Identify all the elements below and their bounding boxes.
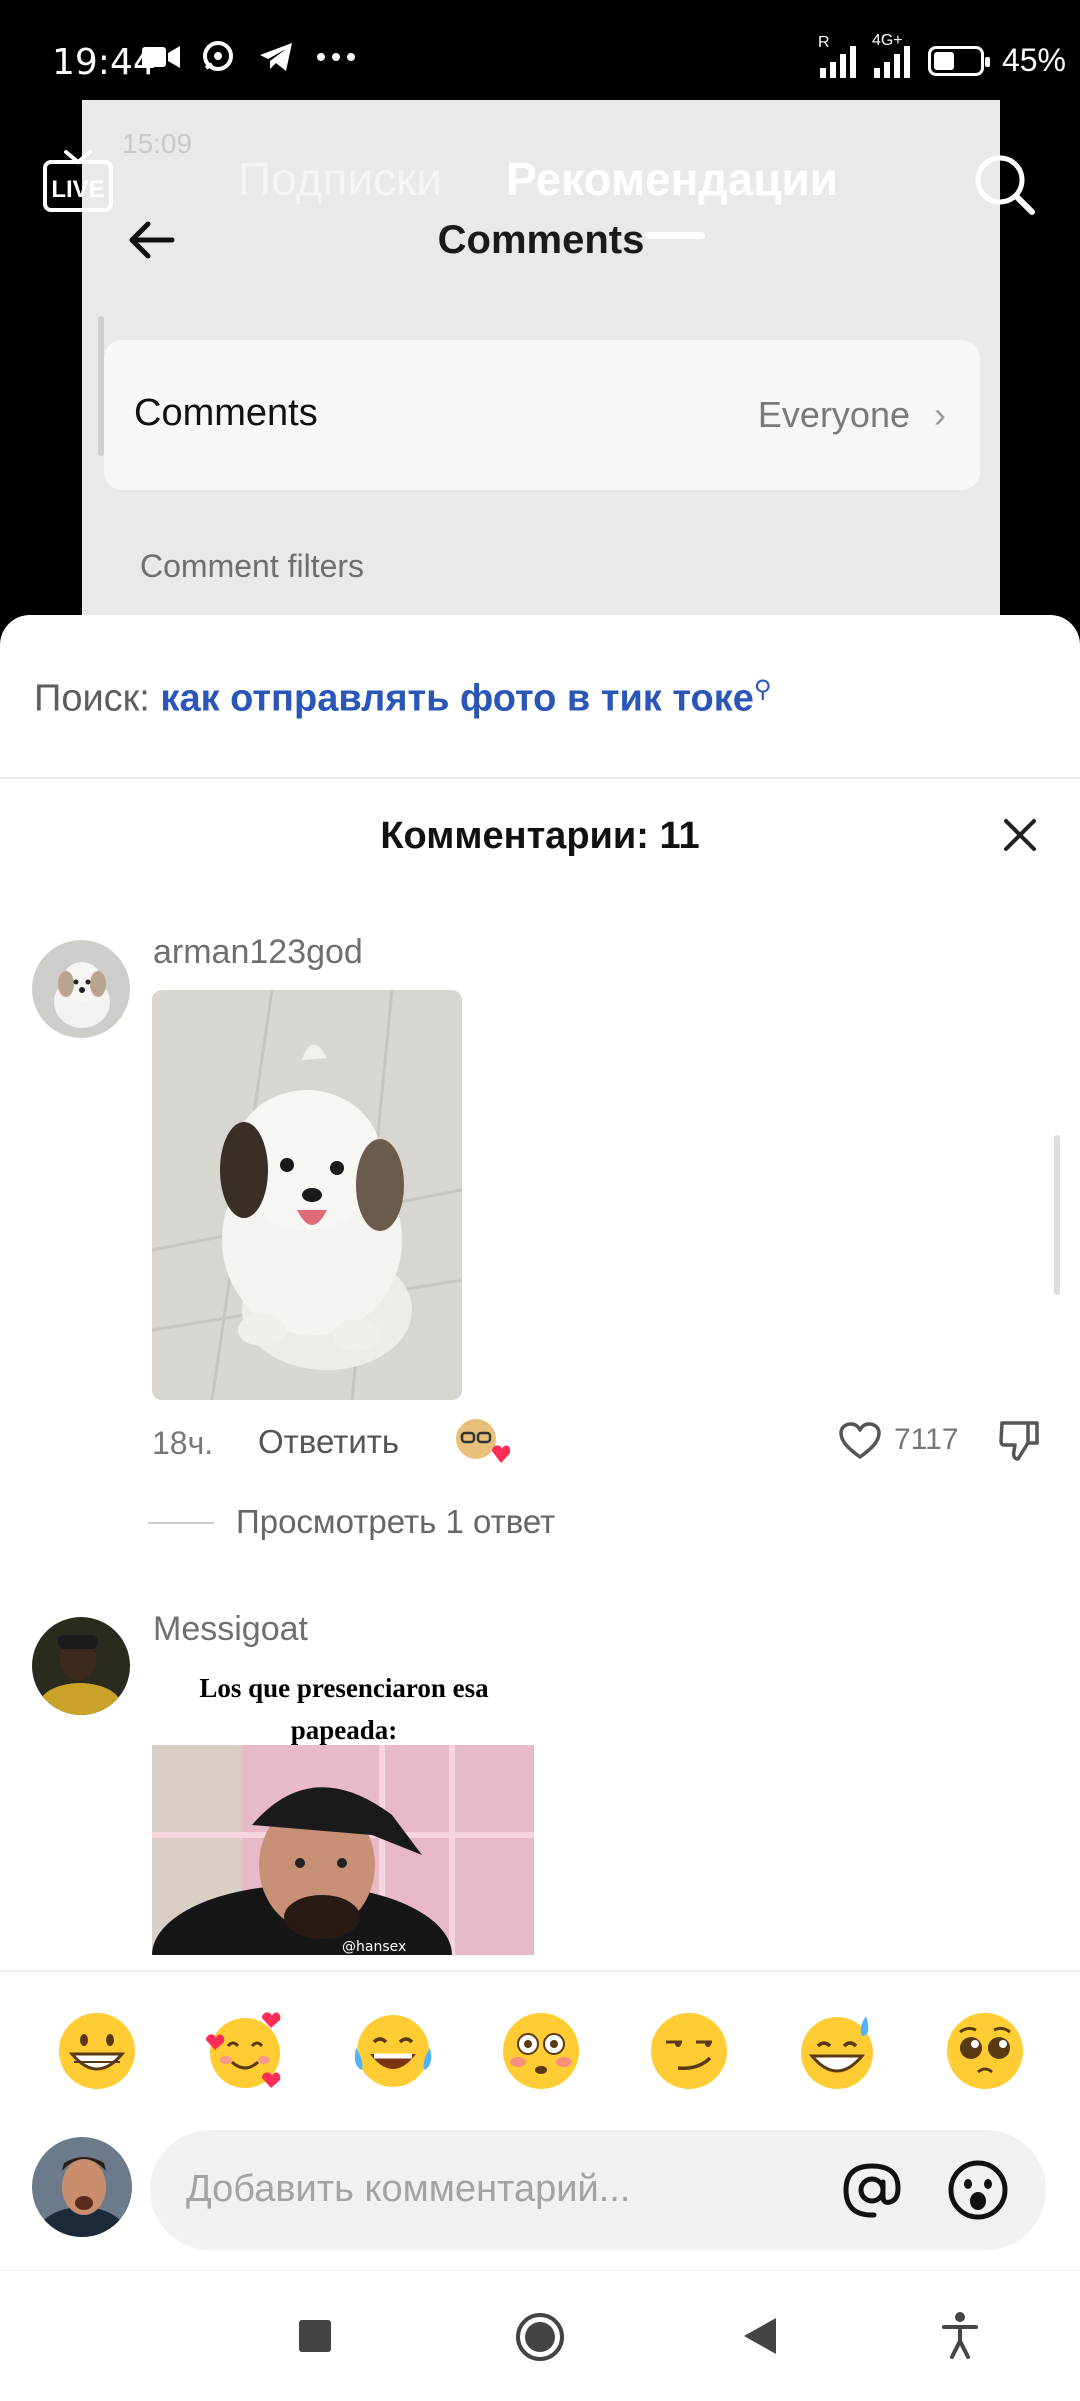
smirking-face-emoji-icon[interactable] [648, 2010, 730, 2092]
status-time: 19:44 [52, 42, 156, 83]
comment-input-placeholder: Добавить комментарий... [186, 2168, 631, 2210]
comments-scrollbar[interactable] [1054, 1135, 1060, 1295]
back-icon[interactable] [740, 2315, 780, 2357]
grinning-face-emoji-icon[interactable] [56, 2010, 138, 2092]
mention-icon[interactable] [840, 2158, 904, 2222]
comment-photo-meme[interactable]: @hansex [152, 1745, 534, 1955]
meme-watermark: @hansex [342, 1939, 406, 1955]
heart-icon[interactable] [838, 1421, 882, 1461]
reply-button[interactable]: Ответить [258, 1423, 399, 1461]
battery-percent: 45% [1001, 42, 1066, 78]
avatar-messigoat[interactable] [32, 1617, 130, 1715]
video-settings-card: Comments Everyone › [104, 340, 980, 490]
smiling-face-with-hearts-emoji-icon[interactable] [204, 2010, 286, 2092]
video-setting-label: Comments [134, 392, 318, 434]
video-camera-icon [142, 46, 180, 68]
chat-bubble-icon [203, 41, 233, 71]
accessibility-icon[interactable] [940, 2311, 980, 2361]
face-with-tears-of-joy-emoji-icon[interactable] [352, 2010, 434, 2092]
video-setting-value: Everyone [757, 394, 910, 435]
dislike-icon[interactable] [998, 1419, 1040, 1463]
avatar-arman123god[interactable] [32, 940, 130, 1038]
home-icon[interactable] [514, 2311, 566, 2363]
tab-following[interactable]: Подписки [238, 152, 442, 206]
status-bar: 19:44 R 4G+ 45% [0, 0, 1080, 100]
search-suggestion[interactable]: Поиск: как отправлять фото в тик токе⚲ [34, 675, 771, 721]
chevron-right-icon: › [934, 394, 946, 435]
creator-liked-badge-icon [456, 1419, 510, 1463]
signal-4g: 4G+ [872, 32, 910, 78]
flushed-face-emoji-icon[interactable] [500, 2010, 582, 2092]
status-notification-icons [142, 40, 356, 74]
replies-divider [148, 1522, 214, 1524]
comment-time: 18ч. [152, 1425, 214, 1461]
comment-compose-area: Добавить комментарий... [0, 1970, 1080, 2272]
comment-username[interactable]: arman123god [153, 933, 363, 972]
recent-apps-icon[interactable] [296, 2317, 334, 2355]
comment-photo-dog[interactable] [152, 990, 462, 1400]
comments-title: Комментарии: 11 [380, 815, 700, 857]
tab-recommended[interactable]: Рекомендации [506, 152, 838, 206]
telegram-icon [260, 43, 292, 71]
roaming-label: R [817, 33, 830, 51]
view-replies-button[interactable]: Просмотреть 1 ответ [236, 1503, 555, 1541]
live-label: LIVE [51, 176, 104, 203]
status-right-icons: R 4G+ 45% [818, 32, 1066, 79]
signal-roaming: R [818, 34, 856, 78]
video-filters-label: Comment filters [140, 548, 365, 584]
search-suggestion-prefix: Поиск: [34, 677, 150, 720]
system-navigation-bar [0, 2270, 1080, 2401]
comment-username[interactable]: Messigoat [153, 1610, 308, 1649]
grinning-face-with-sweat-emoji-icon[interactable] [796, 2010, 878, 2092]
search-suggestion-query[interactable]: как отправлять фото в тик токе [160, 678, 753, 720]
live-tv-icon[interactable]: LIVE [42, 148, 114, 214]
emoji-picker-icon[interactable] [946, 2158, 1010, 2222]
search-icon[interactable] [970, 150, 1038, 218]
close-icon[interactable] [996, 811, 1044, 859]
comment-input-field[interactable]: Добавить комментарий... [150, 2130, 1046, 2250]
meme-caption: Los que presenciaron esa papeada: [199, 1673, 489, 1745]
divider [0, 777, 1080, 779]
video-settings-title: Comments [437, 218, 645, 262]
pleading-face-emoji-icon[interactable] [944, 2010, 1026, 2092]
video-ghost-status: 15:09 [122, 128, 193, 159]
network-label: 4G+ [871, 31, 903, 49]
battery-icon [927, 45, 990, 76]
small-search-icon: ⚲ [753, 676, 772, 703]
my-avatar[interactable] [32, 2137, 132, 2237]
more-dots-icon [317, 53, 355, 61]
like-count: 7117 [894, 1423, 959, 1456]
active-tab-indicator [645, 232, 705, 239]
